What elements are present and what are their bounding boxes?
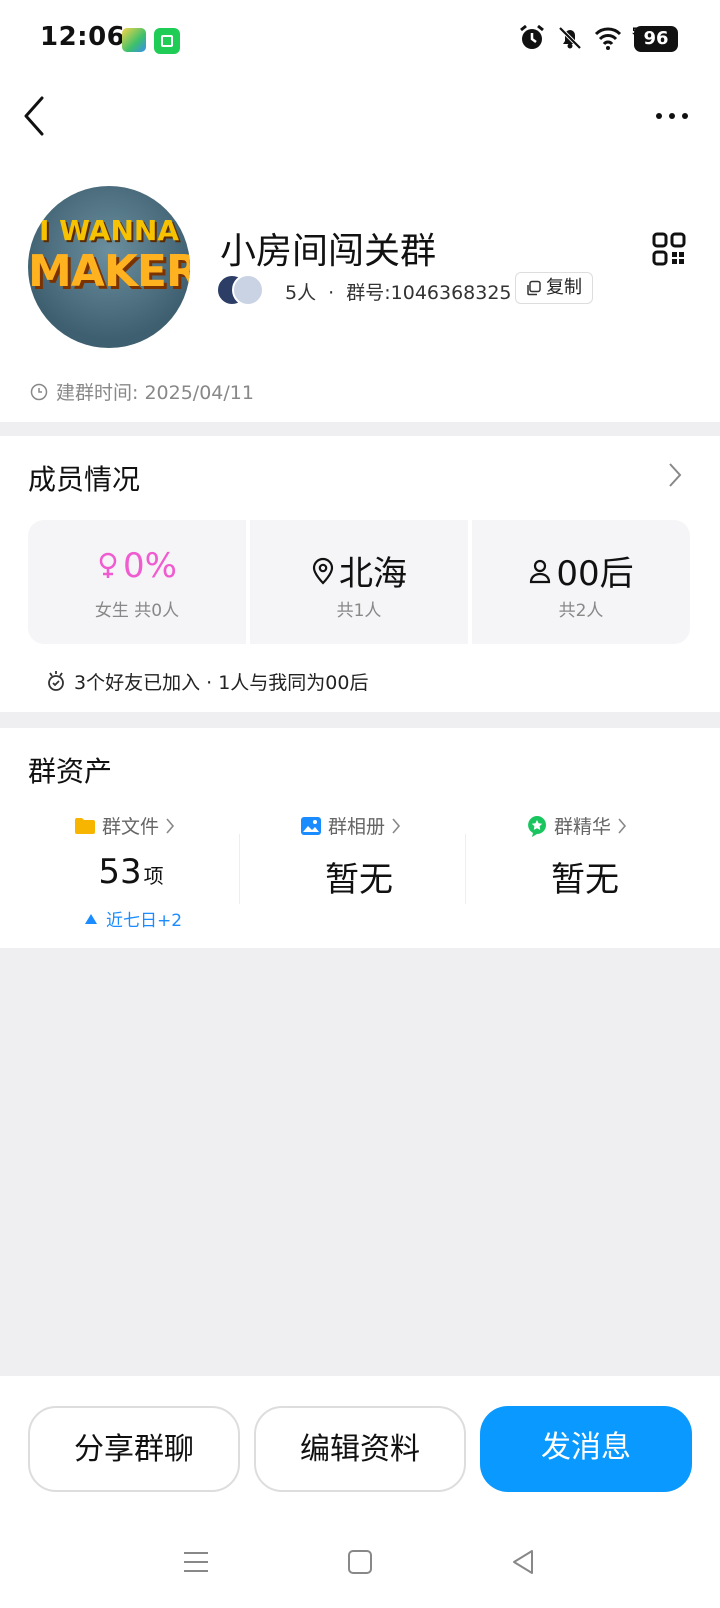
home-nav-icon[interactable] (344, 1546, 376, 1578)
group-album-value: 暂无 (325, 860, 393, 900)
menu-nav-icon[interactable] (180, 1546, 212, 1578)
group-name: 小房间闯关群 (220, 231, 437, 272)
female-icon (99, 552, 117, 578)
location-icon (312, 557, 334, 585)
chevron-right-icon (618, 817, 627, 834)
members-title: 成员情况 (28, 463, 141, 496)
essence-icon (528, 815, 546, 837)
folder-icon (75, 817, 95, 834)
group-album-link[interactable]: 群相册 (300, 812, 401, 839)
edit-profile-button[interactable]: 编辑资料 (254, 1406, 466, 1492)
group-files-link[interactable]: 群文件 (74, 812, 175, 839)
lightbulb-icon (48, 670, 64, 691)
stat-value: 0% (123, 546, 177, 586)
person-icon (530, 559, 551, 583)
stat-card-age[interactable]: 00后 共2人 (472, 520, 690, 644)
asset-value: 53 (98, 852, 142, 892)
files-trend-text: 近七日+2 (106, 911, 183, 931)
member-count: 5人 (285, 282, 317, 304)
friends-note: 3个好友已加入 · 1人与我同为00后 (46, 668, 368, 695)
friends-note-text: 3个好友已加入 · 1人与我同为00后 (74, 672, 369, 694)
stat-value: 北海 (339, 554, 407, 594)
clock-icon (30, 383, 48, 400)
asset-label: 群精华 (554, 816, 612, 838)
more-options-icon[interactable] (654, 104, 690, 128)
mute-icon (558, 26, 582, 50)
group-files-count: 53 项 (18, 852, 244, 892)
chevron-right-icon (166, 817, 175, 834)
group-essence-link[interactable]: 群精华 (526, 812, 627, 839)
stat-card-value-wrap: 00后 (472, 546, 690, 595)
stat-sub: 共2人 (558, 601, 604, 621)
trend-up-icon (85, 913, 97, 924)
files-trend: 近七日+2 (84, 906, 182, 931)
avatar-logo-text: MAKER (28, 246, 190, 297)
wifi-icon (594, 27, 622, 50)
stat-card-value-wrap: 0% (28, 546, 246, 586)
member-avatar (232, 274, 264, 306)
created-date: 建群时间: 2025/04/11 (30, 378, 254, 405)
qr-code-icon[interactable] (652, 232, 686, 266)
copy-icon (527, 280, 541, 296)
stat-card-location[interactable]: 北海 共1人 (250, 520, 468, 644)
assets-title: 群资产 (28, 755, 113, 788)
stat-sub: 女生 共0人 (94, 601, 180, 621)
asset-divider (465, 834, 466, 904)
back-nav-icon[interactable] (508, 1546, 540, 1578)
meta-separator: · (328, 282, 335, 304)
battery-indicator: 96 (634, 26, 678, 52)
copy-group-id-button[interactable]: 复制 (515, 272, 593, 304)
asset-divider (239, 834, 240, 904)
created-date-text: 建群时间: 2025/04/11 (56, 382, 254, 404)
app-notification-icon (122, 28, 146, 52)
stat-sub: 共1人 (336, 601, 382, 621)
asset-label: 群相册 (328, 816, 386, 838)
group-avatar[interactable]: I WANNA MAKER (28, 186, 190, 348)
chevron-right-icon[interactable] (668, 462, 682, 488)
group-essence-value: 暂无 (551, 860, 619, 900)
stat-card-gender[interactable]: 0% 女生 共0人 (28, 520, 246, 644)
alarm-icon (520, 24, 544, 49)
copy-label: 复制 (546, 277, 582, 298)
chevron-right-icon (392, 817, 401, 834)
wechat-notification-icon (154, 28, 180, 54)
status-time: 12:06 (40, 22, 126, 52)
send-message-button[interactable]: 发消息 (480, 1406, 692, 1492)
back-icon[interactable] (22, 96, 46, 136)
group-id: 群号:1046368325 (346, 282, 512, 304)
asset-unit: 项 (143, 864, 164, 888)
group-meta: 5人 · 群号:1046368325 (285, 278, 512, 305)
stat-card-value-wrap: 北海 (250, 546, 468, 595)
stat-value: 00后 (556, 554, 634, 594)
asset-label: 群文件 (102, 816, 160, 838)
share-group-button[interactable]: 分享群聊 (28, 1406, 240, 1492)
avatar-logo-text: I WANNA (39, 214, 179, 247)
album-icon (301, 816, 321, 835)
